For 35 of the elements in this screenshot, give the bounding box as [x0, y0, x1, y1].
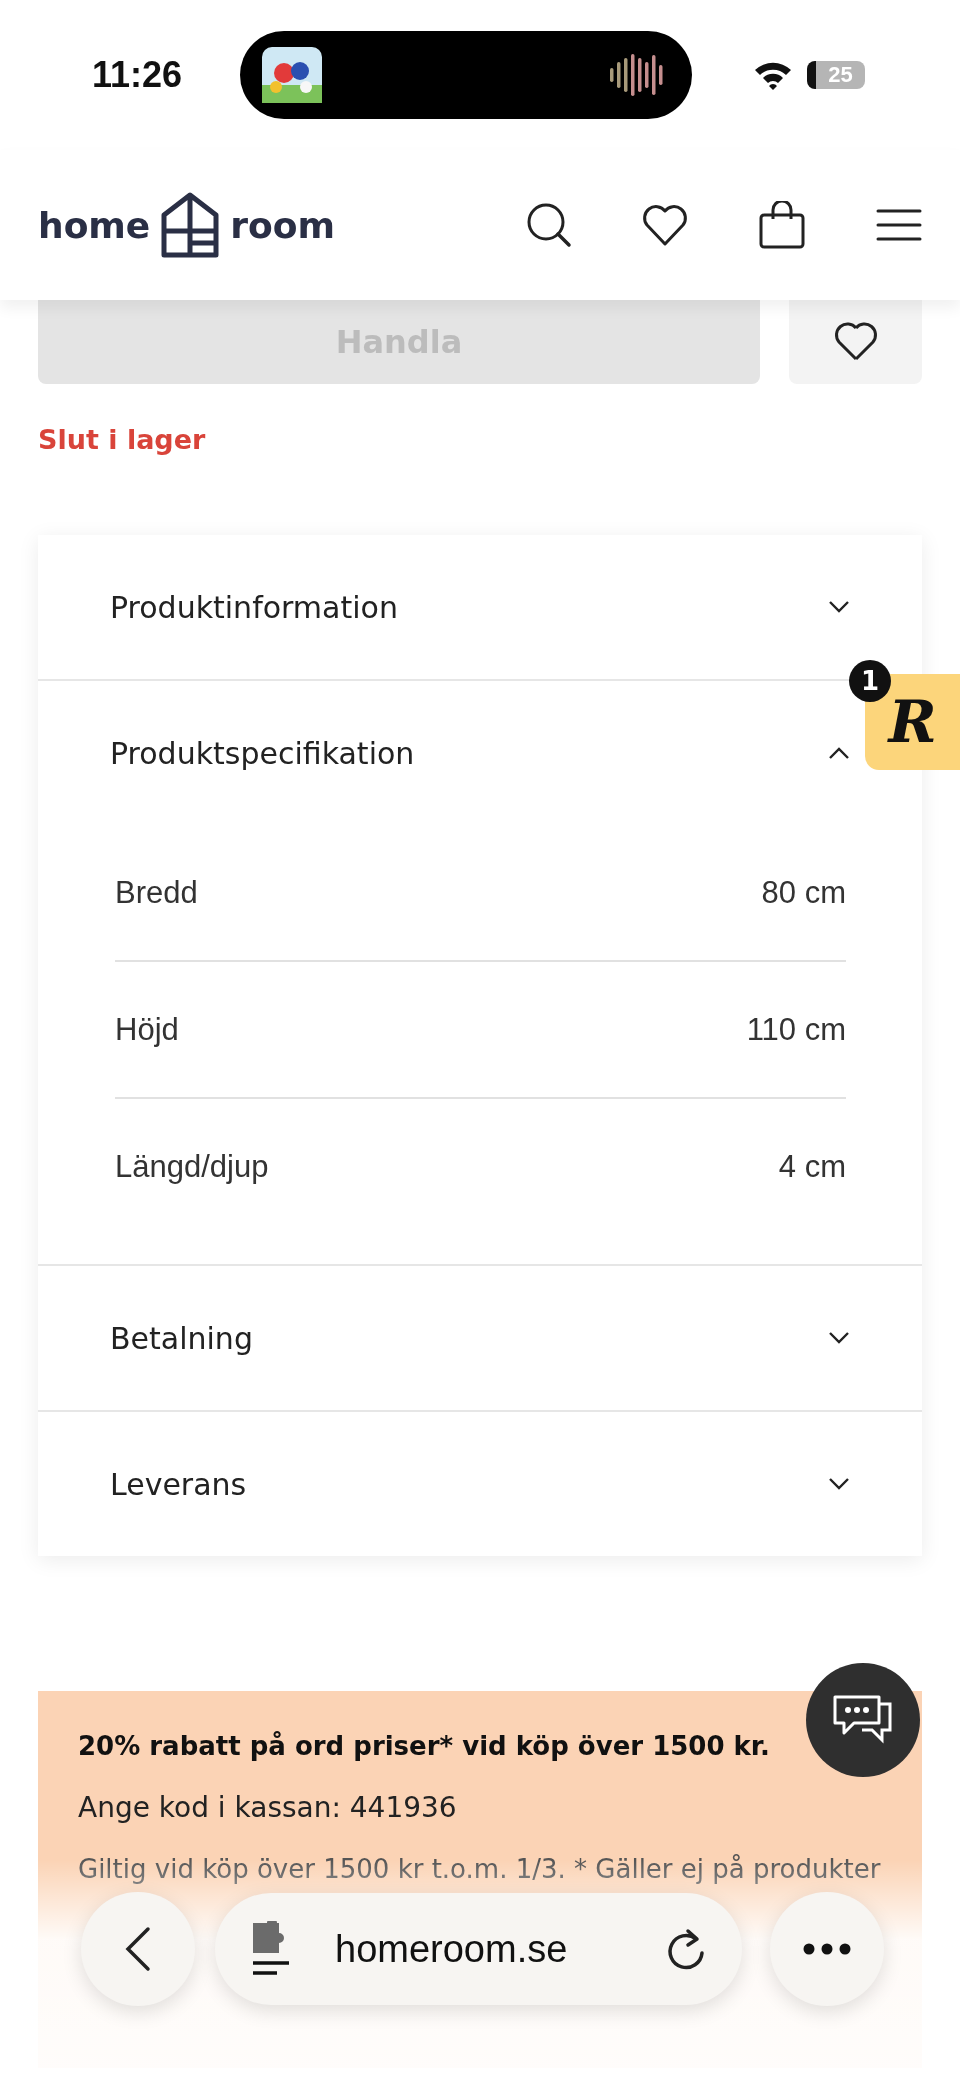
stock-status: Slut i lager	[38, 424, 207, 455]
more-icon	[803, 1943, 851, 1955]
wifi-icon	[753, 60, 793, 90]
spec-label: Bredd	[115, 874, 198, 911]
url-text: homeroom.se	[335, 1927, 569, 1971]
waveform-icon	[610, 52, 665, 98]
spec-label: Höjd	[115, 1011, 179, 1048]
spec-value: 110 cm	[746, 1011, 846, 1048]
accordion-title[interactable]: Produktinformation	[110, 589, 398, 625]
status-time: 11:26	[92, 54, 183, 96]
accordion-title[interactable]: Betalning	[110, 1320, 253, 1356]
logo-text[interactable]: home	[38, 204, 151, 246]
search-icon[interactable]	[526, 202, 572, 248]
house-logo-icon	[160, 191, 221, 259]
extension-icon	[251, 1921, 291, 1977]
spec-label: Längd/djup	[115, 1148, 269, 1185]
address-bar[interactable]: homeroom.se	[215, 1893, 742, 2005]
chat-icon	[832, 1694, 894, 1746]
accordion-title[interactable]: Leverans	[110, 1466, 247, 1502]
reload-icon	[666, 1927, 706, 1971]
logo-text[interactable]: room	[230, 204, 336, 246]
promo-terms: Giltig vid köp över 1500 kr t.o.m. 1/3. * Gäller ej på produkter	[78, 1854, 882, 1884]
battery-level: 25	[807, 61, 865, 89]
spec-value: 80 cm	[761, 874, 846, 911]
promo-headline: 20% rabatt på ord priser* vid köp över 1500 kr.	[78, 1731, 771, 1761]
promo-code: Ange kod i kassan: 441936	[78, 1791, 458, 1824]
reviews-logo: R	[888, 688, 937, 756]
spec-value: 4 cm	[778, 1148, 846, 1185]
favorite-button[interactable]	[789, 300, 922, 384]
back-icon	[125, 1926, 151, 1972]
heart-icon	[832, 322, 879, 362]
heart-icon[interactable]	[642, 203, 688, 247]
menu-icon[interactable]	[876, 208, 922, 242]
shopping-bag-icon[interactable]	[758, 201, 806, 249]
accordion-title[interactable]: Produktspecifikation	[110, 735, 415, 771]
